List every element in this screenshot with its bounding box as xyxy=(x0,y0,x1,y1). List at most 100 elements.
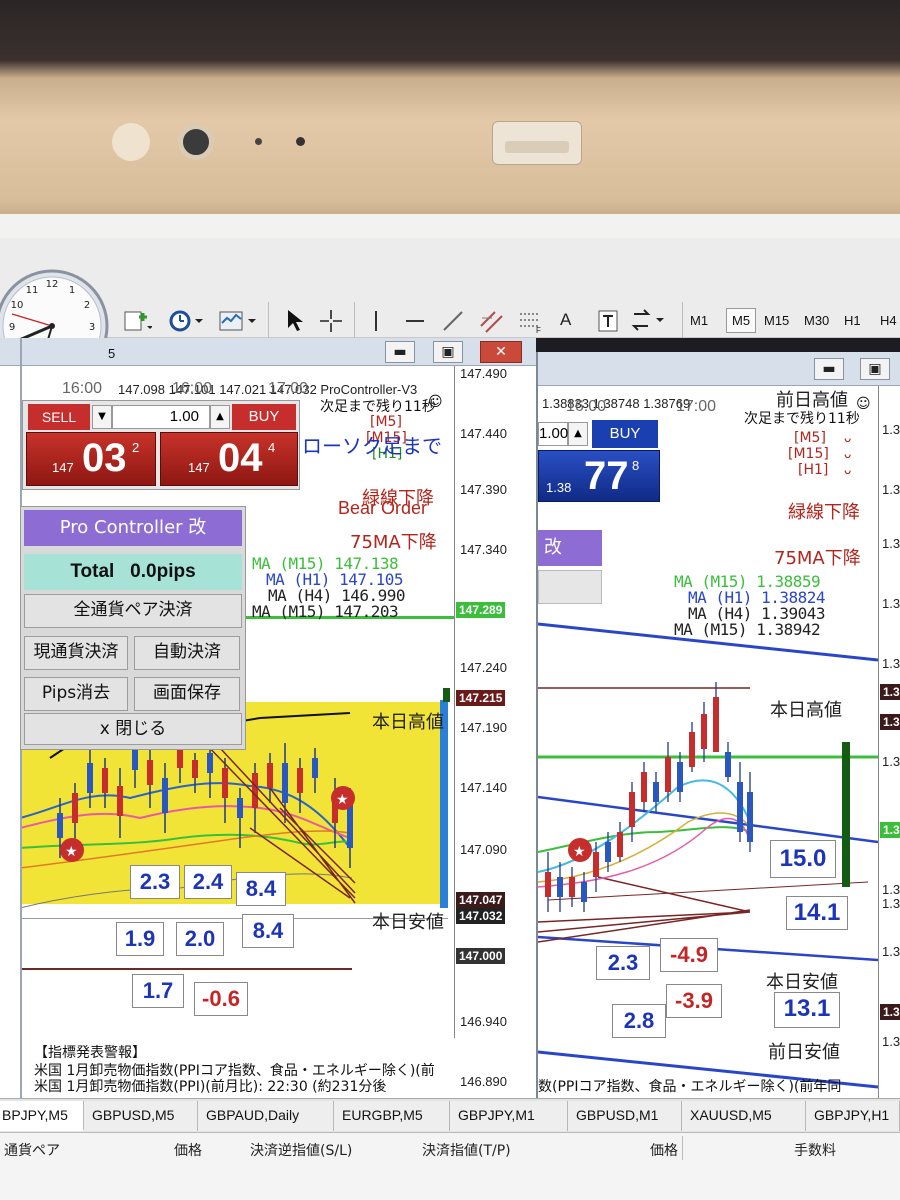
timeframe-h1-button[interactable]: H1 xyxy=(844,313,861,328)
chart-tab[interactable]: GBPAUD,Daily xyxy=(198,1101,334,1131)
pips-box: 2.3 xyxy=(130,865,180,899)
alert-mask xyxy=(454,1038,536,1098)
minimize-button[interactable]: ▬ xyxy=(385,341,415,363)
pips-box: 2.8 xyxy=(612,1004,666,1038)
timeframe-m5-button[interactable]: M5 xyxy=(726,308,757,333)
auto-close-button[interactable]: 自動決済 xyxy=(134,636,240,670)
channel-icon[interactable] xyxy=(478,308,506,334)
price-axis-label: 1.3 xyxy=(880,684,900,700)
column-header-pair[interactable]: 通貨ペア xyxy=(4,1140,60,1160)
lot-up-button[interactable]: ▲ xyxy=(210,405,230,429)
column-header-price-2[interactable]: 価格 xyxy=(650,1140,678,1160)
pips-box: 13.1 xyxy=(774,992,840,1028)
vertical-line-icon[interactable] xyxy=(368,308,384,334)
price-axis-label: 1.3 xyxy=(882,944,900,959)
buy-price-big: 147 xyxy=(188,460,210,475)
maximize-button[interactable]: ▣ xyxy=(860,358,890,380)
chart-tab[interactable]: EURGBP,M5 xyxy=(334,1101,450,1131)
tf-marker: [M5] xyxy=(794,430,826,446)
svg-text:★: ★ xyxy=(573,844,586,860)
total-pips xyxy=(538,570,602,604)
close-current-pair-button[interactable]: 現通貨決済 xyxy=(24,636,128,670)
trendline-icon[interactable] xyxy=(440,308,466,334)
svg-text:9: 9 xyxy=(9,322,15,333)
chart-tab[interactable]: GBPJPY,H1 xyxy=(806,1101,900,1131)
close-button[interactable]: ✕ xyxy=(480,341,522,363)
price-axis-label: 1.3 xyxy=(882,596,900,611)
pips-box: 15.0 xyxy=(770,840,836,878)
pips-box: 8.4 xyxy=(242,914,294,948)
buy-label[interactable]: BUY xyxy=(592,420,658,448)
ma75-text: 75MA下降 xyxy=(350,532,437,553)
time-label: 16:00 xyxy=(62,380,103,397)
chart-tab[interactable]: GBPJPY,M1 xyxy=(450,1101,568,1131)
chart-window-gbpusd-m5[interactable]: ▬ ▣ ★ 1.38833 1.38748 1.38769 16:00 17:0… xyxy=(536,352,900,1098)
cursor-icon[interactable] xyxy=(282,306,306,334)
template-icon[interactable] xyxy=(218,308,260,334)
column-header-commission[interactable]: 手数料 xyxy=(794,1140,836,1160)
sell-label[interactable]: SELL xyxy=(28,404,90,430)
price-axis-label: 147.090 xyxy=(460,842,507,857)
today-high-label: 本日高値 xyxy=(372,712,444,733)
price-axis-label: 1.3 xyxy=(882,656,900,671)
save-screen-button[interactable]: 画面保存 xyxy=(134,677,240,711)
lot-input[interactable]: 1.00 xyxy=(112,405,210,429)
pips-box: -3.9 xyxy=(666,984,722,1018)
pips-clear-button[interactable]: Pips消去 xyxy=(24,677,128,711)
timeframe-m15-button[interactable]: M15 xyxy=(764,313,789,328)
timeframe-m1-button[interactable]: M1 xyxy=(690,313,708,328)
minimize-button[interactable]: ▬ xyxy=(814,358,844,380)
text-tool-icon[interactable]: A xyxy=(560,310,580,334)
maximize-button[interactable]: ▣ xyxy=(433,341,463,363)
clock-icon[interactable] xyxy=(168,308,208,334)
crosshair-icon[interactable] xyxy=(318,308,344,334)
bear-order-text: Bear Order xyxy=(338,498,428,518)
fibonacci-icon[interactable]: F xyxy=(516,308,544,335)
chart-tab[interactable]: BPJPY,M5 xyxy=(0,1101,84,1131)
window-titlebar[interactable] xyxy=(538,352,900,386)
sell-price: 03 xyxy=(82,436,127,480)
buy-price-sup: 8 xyxy=(632,458,640,473)
chart-tab[interactable]: GBPUSD,M5 xyxy=(84,1101,198,1131)
column-header-tp[interactable]: 決済指値(T/P) xyxy=(422,1140,511,1160)
pro-controller-title: Pro Controller 改 xyxy=(24,510,242,546)
webcam-light xyxy=(112,123,150,161)
price-axis-label: 147.490 xyxy=(460,366,507,381)
horizontal-line-icon[interactable] xyxy=(402,308,428,334)
webcam-dot xyxy=(296,137,305,146)
pips-box: 1.7 xyxy=(132,974,184,1008)
time-label: 17:00 xyxy=(676,398,717,415)
buy-label[interactable]: BUY xyxy=(232,404,296,430)
timeframe-h4-button[interactable]: H4 xyxy=(880,313,897,328)
svg-text:2: 2 xyxy=(84,300,90,311)
price-axis-label: 147.047 xyxy=(456,892,506,908)
today-high-label: 本日高値 xyxy=(770,700,842,721)
ma-line-label: MA (M15) 1.38942 xyxy=(674,620,821,639)
buy-price: 04 xyxy=(218,436,263,480)
price-axis-label: 1.3 xyxy=(880,822,900,838)
text-label-icon[interactable] xyxy=(596,308,620,334)
prev-low-label: 前日安値 xyxy=(768,1042,840,1063)
svg-text:★: ★ xyxy=(65,844,78,860)
chart-tab[interactable]: XAUUSD,M5 xyxy=(682,1101,806,1131)
new-chart-icon[interactable] xyxy=(122,308,153,334)
price-axis-label: 1.3 xyxy=(880,1004,900,1020)
arrows-icon[interactable] xyxy=(630,306,672,334)
column-header-price[interactable]: 価格 xyxy=(174,1140,202,1160)
price-axis-label: 1.3 xyxy=(880,714,900,730)
chart-tab[interactable]: GBPUSD,M1 xyxy=(568,1101,682,1131)
lot-input[interactable]: 1.00 xyxy=(538,422,568,446)
trend-text: 緑線下降 xyxy=(788,502,860,523)
lot-up-button[interactable]: ▲ xyxy=(568,422,588,446)
svg-text:12: 12 xyxy=(46,279,59,290)
close-panel-button[interactable]: x 閉じる xyxy=(24,713,242,745)
price-axis-label: 147.289 xyxy=(456,602,506,618)
column-header-sl[interactable]: 決済逆指値(S/L) xyxy=(250,1140,352,1160)
pips-box: -4.9 xyxy=(660,938,718,972)
sell-price-big: 147 xyxy=(52,460,74,475)
close-all-pairs-button[interactable]: 全通貨ペア決済 xyxy=(24,594,242,628)
timeframe-m30-button[interactable]: M30 xyxy=(804,313,829,328)
lot-down-button[interactable]: ▼ xyxy=(92,405,112,429)
price-axis-label: 147.390 xyxy=(460,482,507,497)
svg-text:10: 10 xyxy=(11,300,24,311)
